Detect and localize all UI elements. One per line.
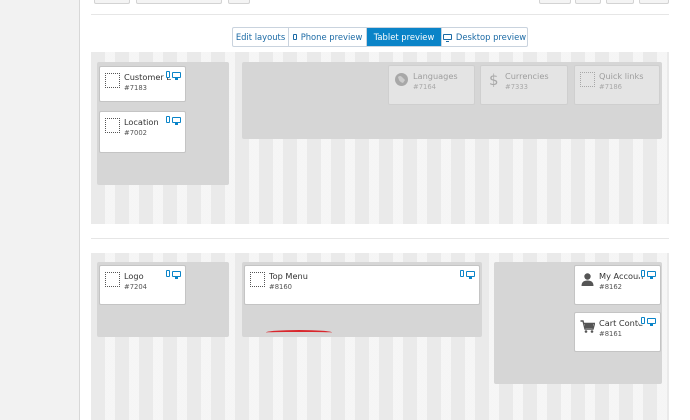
module-quick-links[interactable]: Quick links #7186: [574, 65, 660, 105]
module-logo[interactable]: Logo #7204: [99, 265, 186, 305]
divider: [91, 14, 669, 15]
module-id: #7186: [599, 83, 622, 91]
phone-icon: [641, 317, 645, 324]
tab-label: Edit layouts: [235, 32, 286, 42]
toolbar-stub: [575, 0, 601, 4]
module-location[interactable]: Location #7002: [99, 111, 186, 153]
module-name: Currencies: [505, 71, 549, 81]
module-customer-login[interactable]: Customer L #7183: [99, 66, 186, 102]
placeholder-icon: [105, 73, 120, 88]
phone-icon: [166, 116, 170, 123]
header-row-section: Customer L #7183 Location #7002 Language…: [91, 52, 669, 224]
module-top-menu[interactable]: Top Menu #8160: [244, 265, 480, 305]
toolbar-stub: [539, 0, 571, 4]
device-visibility: [458, 270, 475, 279]
layout-column: Top Menu #8160: [242, 262, 482, 337]
cart-icon: [580, 320, 595, 333]
layout-column: Languages #7164 $ Currencies #7333 Quick…: [242, 62, 662, 139]
placeholder-icon: [580, 72, 595, 87]
toolbar-stub: [94, 0, 130, 4]
view-mode-tabs: Edit layouts Phone preview Tablet previe…: [232, 27, 528, 47]
phone-icon: [166, 270, 170, 277]
toolbar-stub: [228, 0, 250, 4]
module-name: My Accoun: [599, 271, 644, 281]
desktop-icon: [172, 71, 181, 80]
toolbar-stub: [606, 0, 634, 4]
desktop-icon: [172, 116, 181, 125]
divider: [91, 238, 669, 239]
tab-desktop-preview[interactable]: Desktop preview: [442, 28, 527, 46]
toolbar-stub: [136, 0, 222, 4]
placeholder-icon: [105, 272, 120, 287]
phone-icon: [292, 34, 297, 40]
desktop-icon: [442, 34, 452, 42]
module-cart-content[interactable]: Cart Conte #8161: [574, 312, 661, 352]
dollar-icon: $: [489, 72, 499, 87]
device-visibility: [639, 317, 656, 326]
module-id: #8161: [599, 330, 622, 338]
module-name: Logo: [124, 271, 144, 281]
layout-column: Logo #7204: [97, 262, 229, 337]
module-name: Top Menu: [269, 271, 308, 281]
toolbar-stub: [639, 0, 669, 4]
desktop-icon: [647, 317, 656, 326]
nav-row-section: Logo #7204 Top Menu #8160 My Accoun #816…: [91, 253, 669, 420]
module-id: #7183: [124, 84, 147, 92]
device-visibility: [164, 71, 181, 80]
module-languages[interactable]: Languages #7164: [388, 65, 475, 105]
placeholder-icon: [105, 118, 120, 133]
module-id: #8162: [599, 283, 622, 291]
tab-label: Phone preview: [300, 32, 363, 42]
module-id: #7333: [505, 83, 528, 91]
module-currencies[interactable]: $ Currencies #7333: [480, 65, 568, 105]
module-name: Location: [124, 117, 159, 127]
phone-icon: [641, 270, 645, 277]
tab-tablet-preview[interactable]: Tablet preview: [367, 28, 442, 46]
left-gutter: [0, 0, 79, 420]
module-id: #7204: [124, 283, 147, 291]
tab-edit-layouts[interactable]: Edit layouts: [233, 28, 289, 46]
module-id: #7002: [124, 129, 147, 137]
module-name: Cart Conte: [599, 318, 644, 328]
layout-column: Customer L #7183 Location #7002: [97, 62, 229, 185]
gutter-divider: [79, 0, 80, 420]
module-my-account[interactable]: My Accoun #8162: [574, 265, 661, 305]
phone-icon: [460, 270, 464, 277]
module-id: #8160: [269, 283, 292, 291]
annotation-underline: [266, 330, 332, 335]
globe-icon: [395, 73, 408, 86]
desktop-icon: [647, 270, 656, 279]
tab-phone-preview[interactable]: Phone preview: [289, 28, 367, 46]
device-visibility: [164, 116, 181, 125]
device-visibility: [639, 270, 656, 279]
placeholder-icon: [250, 272, 265, 287]
tab-label: Tablet preview: [373, 32, 435, 42]
module-name: Quick links: [599, 71, 644, 81]
tab-label: Desktop preview: [455, 32, 527, 42]
user-icon: [581, 273, 594, 286]
module-id: #7164: [413, 83, 436, 91]
device-visibility: [164, 270, 181, 279]
desktop-icon: [172, 270, 181, 279]
svg-text:$: $: [489, 72, 499, 87]
desktop-icon: [466, 270, 475, 279]
layout-column: My Accoun #8162 Cart Conte #8161: [494, 262, 662, 384]
phone-icon: [166, 71, 170, 78]
module-name: Languages: [413, 71, 458, 81]
